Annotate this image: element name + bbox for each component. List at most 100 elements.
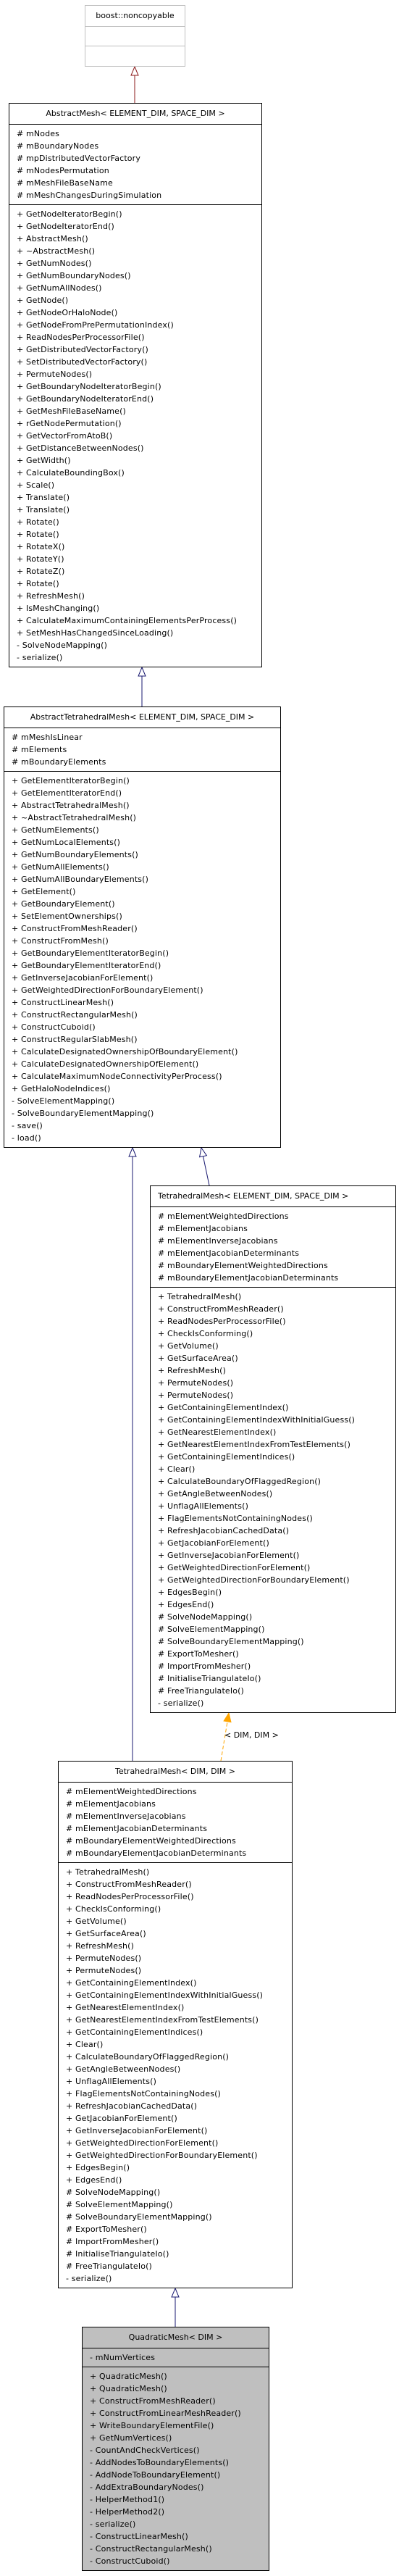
class-method[interactable]: - serialize(): [66, 2272, 292, 2285]
class-method[interactable]: + GetDistanceBetweenNodes(): [17, 442, 261, 454]
class-method[interactable]: + Clear(): [158, 1463, 395, 1475]
class-method[interactable]: + CalculateBoundingBox(): [17, 467, 261, 479]
class-attribute[interactable]: - mNumVertices: [90, 2351, 269, 2364]
class-method[interactable]: + GetNumAllNodes(): [17, 282, 261, 294]
class-method[interactable]: + GetNumAllElements(): [12, 861, 280, 873]
class-method[interactable]: # ImportFromMesher(): [66, 2235, 292, 2248]
class-method[interactable]: - ConstructRectangularMesh(): [90, 2543, 269, 2555]
class-method[interactable]: + IsMeshChanging(): [17, 602, 261, 614]
class-method[interactable]: + GetInverseJacobianForElement(): [158, 1549, 395, 1562]
class-method[interactable]: + ConstructFromMeshReader(): [90, 2395, 269, 2407]
class-method[interactable]: + GetSurfaceArea(): [66, 1927, 292, 1940]
class-attribute[interactable]: # mBoundaryElements: [12, 756, 280, 768]
class-attribute[interactable]: # mElementInverseJacobians: [158, 1235, 395, 1247]
class-method[interactable]: # ExportToMesher(): [158, 1648, 395, 1660]
class-method[interactable]: + RotateX(): [17, 541, 261, 553]
class-attribute[interactable]: # mElementWeightedDirections: [158, 1210, 395, 1222]
class-method[interactable]: + Rotate(): [17, 528, 261, 541]
class-method[interactable]: # SolveNodeMapping(): [158, 1611, 395, 1623]
class-method[interactable]: + GetBoundaryElementIteratorEnd(): [12, 959, 280, 972]
class-method[interactable]: + GetNearestElementIndex(): [158, 1426, 395, 1438]
class-method[interactable]: + FlagElementsNotContainingNodes(): [158, 1512, 395, 1525]
class-method[interactable]: + CalculateDesignatedOwnershipOfElement(…: [12, 1058, 280, 1070]
class-method[interactable]: + CalculateMaximumNodeConnectivityPerPro…: [12, 1070, 280, 1083]
class-method[interactable]: + GetNodeFromPrePermutationIndex(): [17, 319, 261, 331]
class-attribute[interactable]: # mElementJacobianDeterminants: [158, 1247, 395, 1259]
class-method[interactable]: - serialize(): [158, 1697, 395, 1709]
class-method[interactable]: + GetBoundaryElement(): [12, 898, 280, 910]
class-method[interactable]: + GetWeightedDirectionForBoundaryElement…: [66, 2149, 292, 2162]
class-method[interactable]: + TetrahedralMesh(): [66, 1866, 292, 1878]
class-method[interactable]: + GetVolume(): [158, 1340, 395, 1352]
class-method[interactable]: + RotateZ(): [17, 565, 261, 578]
class-method[interactable]: + GetWeightedDirectionForBoundaryElement…: [158, 1574, 395, 1586]
class-method[interactable]: + CheckIsConforming(): [66, 1903, 292, 1915]
class-method[interactable]: + TetrahedralMesh(): [158, 1291, 395, 1303]
class-method[interactable]: + GetNumLocalElements(): [12, 836, 280, 849]
class-method[interactable]: + ReadNodesPerProcessorFile(): [66, 1891, 292, 1903]
class-method[interactable]: - ConstructCuboid(): [90, 2555, 269, 2567]
class-method[interactable]: + GetVolume(): [66, 1915, 292, 1927]
class-method[interactable]: + GetNearestElementIndexFromTestElements…: [66, 2014, 292, 2026]
class-method[interactable]: # FreeTriangulateIo(): [66, 2260, 292, 2272]
class-method[interactable]: - HelperMethod2(): [90, 2506, 269, 2518]
class-method[interactable]: + GetNumBoundaryElements(): [12, 849, 280, 861]
class-method[interactable]: # ImportFromMesher(): [158, 1660, 395, 1672]
class-method[interactable]: + CalculateBoundaryOfFlaggedRegion(): [66, 2051, 292, 2063]
class-method[interactable]: # ExportToMesher(): [66, 2223, 292, 2235]
class-method[interactable]: - SolveElementMapping(): [12, 1095, 280, 1107]
class-method[interactable]: + GetWidth(): [17, 454, 261, 467]
class-method[interactable]: + GetNearestElementIndexFromTestElements…: [158, 1438, 395, 1451]
class-method[interactable]: - AddExtraBoundaryNodes(): [90, 2481, 269, 2493]
class-method[interactable]: + WriteBoundaryElementFile(): [90, 2419, 269, 2432]
class-method[interactable]: + Rotate(): [17, 516, 261, 528]
class-method[interactable]: + GetNumAllBoundaryElements(): [12, 873, 280, 885]
class-method[interactable]: + GetNode(): [17, 294, 261, 307]
class-method[interactable]: + ReadNodesPerProcessorFile(): [158, 1315, 395, 1327]
class-method[interactable]: + rGetNodePermutation(): [17, 417, 261, 430]
class-method[interactable]: + PermuteNodes(): [158, 1389, 395, 1401]
class-tetrahedral-mesh-template[interactable]: TetrahedralMesh< ELEMENT_DIM, SPACE_DIM …: [150, 1185, 396, 1713]
class-method[interactable]: # InitialiseTriangulateIo(): [66, 2248, 292, 2260]
class-method[interactable]: # SolveBoundaryElementMapping(): [66, 2211, 292, 2223]
class-method[interactable]: + ~AbstractTetrahedralMesh(): [12, 812, 280, 824]
class-method[interactable]: + CalculateDesignatedOwnershipOfBoundary…: [12, 1046, 280, 1058]
class-attribute[interactable]: # mMeshFileBaseName: [17, 177, 261, 189]
class-method[interactable]: + GetNodeOrHaloNode(): [17, 307, 261, 319]
class-attribute[interactable]: # mBoundaryElementWeightedDirections: [66, 1835, 292, 1847]
class-method[interactable]: + ReadNodesPerProcessorFile(): [17, 331, 261, 343]
class-abstract-tetrahedral-mesh[interactable]: AbstractTetrahedralMesh< ELEMENT_DIM, SP…: [4, 706, 281, 1148]
class-method[interactable]: + ConstructFromMeshReader(): [12, 922, 280, 935]
class-method[interactable]: + GetNodeIteratorEnd(): [17, 220, 261, 233]
class-attribute[interactable]: # mBoundaryElementJacobianDeterminants: [158, 1272, 395, 1284]
class-quadratic-mesh[interactable]: QuadraticMesh< DIM > - mNumVertices + Qu…: [82, 2327, 269, 2571]
class-method[interactable]: + GetWeightedDirectionForBoundaryElement…: [12, 984, 280, 996]
class-method[interactable]: + PermuteNodes(): [66, 1964, 292, 1977]
class-abstract-mesh[interactable]: AbstractMesh< ELEMENT_DIM, SPACE_DIM > #…: [9, 103, 262, 667]
class-method[interactable]: + SetElementOwnerships(): [12, 910, 280, 922]
class-method[interactable]: + RefreshMesh(): [158, 1364, 395, 1377]
class-attribute[interactable]: # mBoundaryElementJacobianDeterminants: [66, 1847, 292, 1859]
class-method[interactable]: # FreeTriangulateIo(): [158, 1685, 395, 1697]
class-method[interactable]: + GetSurfaceArea(): [158, 1352, 395, 1364]
class-method[interactable]: - CountAndCheckVertices(): [90, 2444, 269, 2456]
class-method[interactable]: # SolveBoundaryElementMapping(): [158, 1635, 395, 1648]
class-method[interactable]: + Scale(): [17, 479, 261, 491]
class-method[interactable]: + GetBoundaryNodeIteratorEnd(): [17, 393, 261, 405]
class-method[interactable]: + GetNearestElementIndex(): [66, 2001, 292, 2014]
class-method[interactable]: + GetElementIteratorBegin(): [12, 775, 280, 787]
class-method[interactable]: # SolveNodeMapping(): [66, 2186, 292, 2198]
class-method[interactable]: + PermuteNodes(): [66, 1952, 292, 1964]
class-method[interactable]: + GetWeightedDirectionForElement(): [66, 2137, 292, 2149]
class-method[interactable]: # SolveElementMapping(): [66, 2198, 292, 2211]
class-method[interactable]: + GetNodeIteratorBegin(): [17, 208, 261, 220]
class-method[interactable]: + GetAngleBetweenNodes(): [158, 1488, 395, 1500]
class-method[interactable]: + ConstructCuboid(): [12, 1021, 280, 1033]
class-attribute[interactable]: # mElementWeightedDirections: [66, 1785, 292, 1798]
class-method[interactable]: + RefreshMesh(): [17, 590, 261, 602]
class-method[interactable]: - SolveNodeMapping(): [17, 639, 261, 651]
class-method[interactable]: + ConstructRegularSlabMesh(): [12, 1033, 280, 1046]
class-method[interactable]: + GetAngleBetweenNodes(): [66, 2063, 292, 2075]
class-method[interactable]: - SolveBoundaryElementMapping(): [12, 1107, 280, 1120]
class-attribute[interactable]: # mElements: [12, 743, 280, 756]
